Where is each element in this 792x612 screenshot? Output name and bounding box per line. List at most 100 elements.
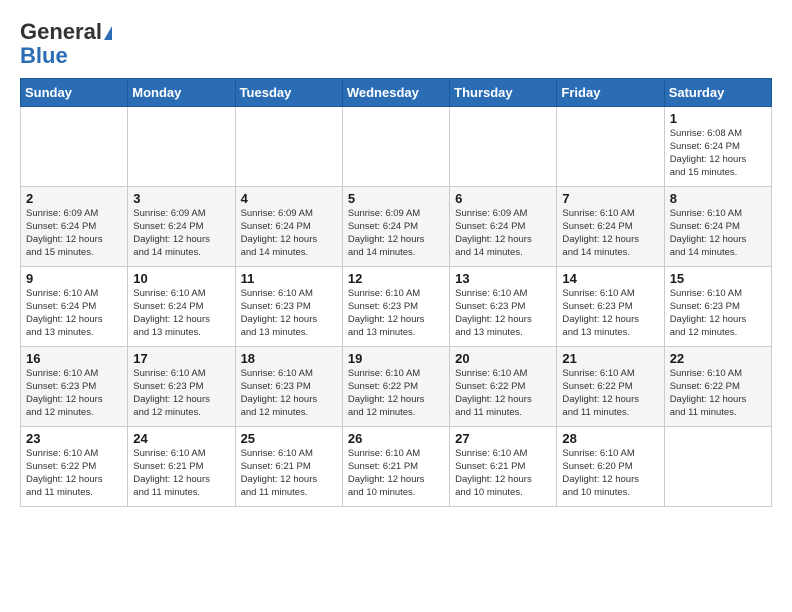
calendar-cell: 4 Sunrise: 6:09 AM Sunset: 6:24 PM Daylig… — [235, 187, 342, 267]
cell-info: Sunrise: 6:10 AM Sunset: 6:21 PM Dayligh… — [241, 448, 337, 499]
day-number: 2 — [26, 191, 122, 206]
calendar-cell: 1 Sunrise: 6:08 AM Sunset: 6:24 PM Daylig… — [664, 107, 771, 187]
calendar-week-row: 9Sunrise: 6:10 AM Sunset: 6:24 PM Daylig… — [21, 267, 772, 347]
cell-info: Sunrise: 6:10 AM Sunset: 6:20 PM Dayligh… — [562, 448, 658, 499]
logo: General Blue — [20, 20, 112, 68]
cell-info: Sunrise: 6:10 AM Sunset: 6:22 PM Dayligh… — [26, 448, 122, 499]
weekday-header-sunday: Sunday — [21, 79, 128, 107]
cell-info: Sunrise: 6:10 AM Sunset: 6:22 PM Dayligh… — [562, 368, 658, 419]
calendar-cell: 28 Sunrise: 6:10 AM Sunset: 6:20 PM Dayli… — [557, 427, 664, 507]
cell-info: Sunrise: 6:10 AM Sunset: 6:21 PM Dayligh… — [133, 448, 229, 499]
cell-info: Sunrise: 6:10 AM Sunset: 6:22 PM Dayligh… — [670, 368, 766, 419]
calendar-cell — [450, 107, 557, 187]
calendar-cell: 13Sunrise: 6:10 AM Sunset: 6:23 PM Dayli… — [450, 267, 557, 347]
calendar-week-row: 1 Sunrise: 6:08 AM Sunset: 6:24 PM Daylig… — [21, 107, 772, 187]
calendar-cell: 16Sunrise: 6:10 AM Sunset: 6:23 PM Dayli… — [21, 347, 128, 427]
day-number: 20 — [455, 351, 551, 366]
cell-info: Sunrise: 6:10 AM Sunset: 6:24 PM Dayligh… — [133, 288, 229, 339]
day-number: 25 — [241, 431, 337, 446]
day-number: 21 — [562, 351, 658, 366]
calendar-cell: 11 Sunrise: 6:10 AM Sunset: 6:23 PM Dayli… — [235, 267, 342, 347]
day-number: 24 — [133, 431, 229, 446]
day-number: 26 — [348, 431, 444, 446]
weekday-header-thursday: Thursday — [450, 79, 557, 107]
cell-info: Sunrise: 6:10 AM Sunset: 6:21 PM Dayligh… — [348, 448, 444, 499]
cell-info: Sunrise: 6:10 AM Sunset: 6:24 PM Dayligh… — [562, 208, 658, 259]
calendar-cell: 19 Sunrise: 6:10 AM Sunset: 6:22 PM Dayli… — [342, 347, 449, 427]
day-number: 13 — [455, 271, 551, 286]
logo-triangle-icon — [104, 26, 112, 40]
calendar-cell: 17 Sunrise: 6:10 AM Sunset: 6:23 PM Dayli… — [128, 347, 235, 427]
day-number: 3 — [133, 191, 229, 206]
calendar-cell: 9Sunrise: 6:10 AM Sunset: 6:24 PM Daylig… — [21, 267, 128, 347]
calendar-cell — [235, 107, 342, 187]
calendar-week-row: 16Sunrise: 6:10 AM Sunset: 6:23 PM Dayli… — [21, 347, 772, 427]
calendar-cell: 5 Sunrise: 6:09 AM Sunset: 6:24 PM Daylig… — [342, 187, 449, 267]
calendar-cell: 12 Sunrise: 6:10 AM Sunset: 6:23 PM Dayli… — [342, 267, 449, 347]
cell-info: Sunrise: 6:10 AM Sunset: 6:21 PM Dayligh… — [455, 448, 551, 499]
calendar-cell: 10 Sunrise: 6:10 AM Sunset: 6:24 PM Dayli… — [128, 267, 235, 347]
calendar-table: SundayMondayTuesdayWednesdayThursdayFrid… — [20, 78, 772, 507]
weekday-header-wednesday: Wednesday — [342, 79, 449, 107]
cell-info: Sunrise: 6:10 AM Sunset: 6:24 PM Dayligh… — [26, 288, 122, 339]
cell-info: Sunrise: 6:10 AM Sunset: 6:23 PM Dayligh… — [562, 288, 658, 339]
calendar-cell: 20Sunrise: 6:10 AM Sunset: 6:22 PM Dayli… — [450, 347, 557, 427]
day-number: 1 — [670, 111, 766, 126]
day-number: 6 — [455, 191, 551, 206]
cell-info: Sunrise: 6:10 AM Sunset: 6:23 PM Dayligh… — [670, 288, 766, 339]
calendar-cell: 25 Sunrise: 6:10 AM Sunset: 6:21 PM Dayli… — [235, 427, 342, 507]
cell-info: Sunrise: 6:09 AM Sunset: 6:24 PM Dayligh… — [455, 208, 551, 259]
day-number: 28 — [562, 431, 658, 446]
day-number: 7 — [562, 191, 658, 206]
cell-info: Sunrise: 6:09 AM Sunset: 6:24 PM Dayligh… — [26, 208, 122, 259]
calendar-cell: 22 Sunrise: 6:10 AM Sunset: 6:22 PM Dayli… — [664, 347, 771, 427]
calendar-cell — [342, 107, 449, 187]
calendar-cell: 15 Sunrise: 6:10 AM Sunset: 6:23 PM Dayli… — [664, 267, 771, 347]
calendar-cell: 8 Sunrise: 6:10 AM Sunset: 6:24 PM Daylig… — [664, 187, 771, 267]
cell-info: Sunrise: 6:10 AM Sunset: 6:23 PM Dayligh… — [26, 368, 122, 419]
calendar-cell: 18 Sunrise: 6:10 AM Sunset: 6:23 PM Dayli… — [235, 347, 342, 427]
cell-info: Sunrise: 6:09 AM Sunset: 6:24 PM Dayligh… — [348, 208, 444, 259]
weekday-header-friday: Friday — [557, 79, 664, 107]
calendar-week-row: 2 Sunrise: 6:09 AM Sunset: 6:24 PM Daylig… — [21, 187, 772, 267]
logo-general: General — [20, 19, 102, 44]
calendar-cell: 21 Sunrise: 6:10 AM Sunset: 6:22 PM Dayli… — [557, 347, 664, 427]
logo-text: General Blue — [20, 20, 112, 68]
calendar-cell: 27Sunrise: 6:10 AM Sunset: 6:21 PM Dayli… — [450, 427, 557, 507]
day-number: 22 — [670, 351, 766, 366]
day-number: 18 — [241, 351, 337, 366]
day-number: 14 — [562, 271, 658, 286]
weekday-header-monday: Monday — [128, 79, 235, 107]
cell-info: Sunrise: 6:10 AM Sunset: 6:23 PM Dayligh… — [241, 368, 337, 419]
cell-info: Sunrise: 6:10 AM Sunset: 6:23 PM Dayligh… — [241, 288, 337, 339]
calendar-cell — [557, 107, 664, 187]
day-number: 10 — [133, 271, 229, 286]
weekday-header-tuesday: Tuesday — [235, 79, 342, 107]
day-number: 8 — [670, 191, 766, 206]
calendar-cell: 3Sunrise: 6:09 AM Sunset: 6:24 PM Daylig… — [128, 187, 235, 267]
calendar-cell — [664, 427, 771, 507]
day-number: 15 — [670, 271, 766, 286]
calendar-cell — [128, 107, 235, 187]
calendar-cell: 23 Sunrise: 6:10 AM Sunset: 6:22 PM Dayli… — [21, 427, 128, 507]
calendar-cell: 14 Sunrise: 6:10 AM Sunset: 6:23 PM Dayli… — [557, 267, 664, 347]
page-header: General Blue — [20, 20, 772, 68]
calendar-header-row: SundayMondayTuesdayWednesdayThursdayFrid… — [21, 79, 772, 107]
calendar-cell: 6 Sunrise: 6:09 AM Sunset: 6:24 PM Daylig… — [450, 187, 557, 267]
cell-info: Sunrise: 6:10 AM Sunset: 6:23 PM Dayligh… — [348, 288, 444, 339]
day-number: 4 — [241, 191, 337, 206]
cell-info: Sunrise: 6:10 AM Sunset: 6:23 PM Dayligh… — [133, 368, 229, 419]
day-number: 23 — [26, 431, 122, 446]
day-number: 5 — [348, 191, 444, 206]
weekday-header-saturday: Saturday — [664, 79, 771, 107]
day-number: 17 — [133, 351, 229, 366]
day-number: 11 — [241, 271, 337, 286]
day-number: 12 — [348, 271, 444, 286]
calendar-cell: 2 Sunrise: 6:09 AM Sunset: 6:24 PM Daylig… — [21, 187, 128, 267]
cell-info: Sunrise: 6:10 AM Sunset: 6:24 PM Dayligh… — [670, 208, 766, 259]
cell-info: Sunrise: 6:08 AM Sunset: 6:24 PM Dayligh… — [670, 128, 766, 179]
day-number: 19 — [348, 351, 444, 366]
cell-info: Sunrise: 6:10 AM Sunset: 6:22 PM Dayligh… — [348, 368, 444, 419]
cell-info: Sunrise: 6:09 AM Sunset: 6:24 PM Dayligh… — [241, 208, 337, 259]
calendar-cell: 7 Sunrise: 6:10 AM Sunset: 6:24 PM Daylig… — [557, 187, 664, 267]
